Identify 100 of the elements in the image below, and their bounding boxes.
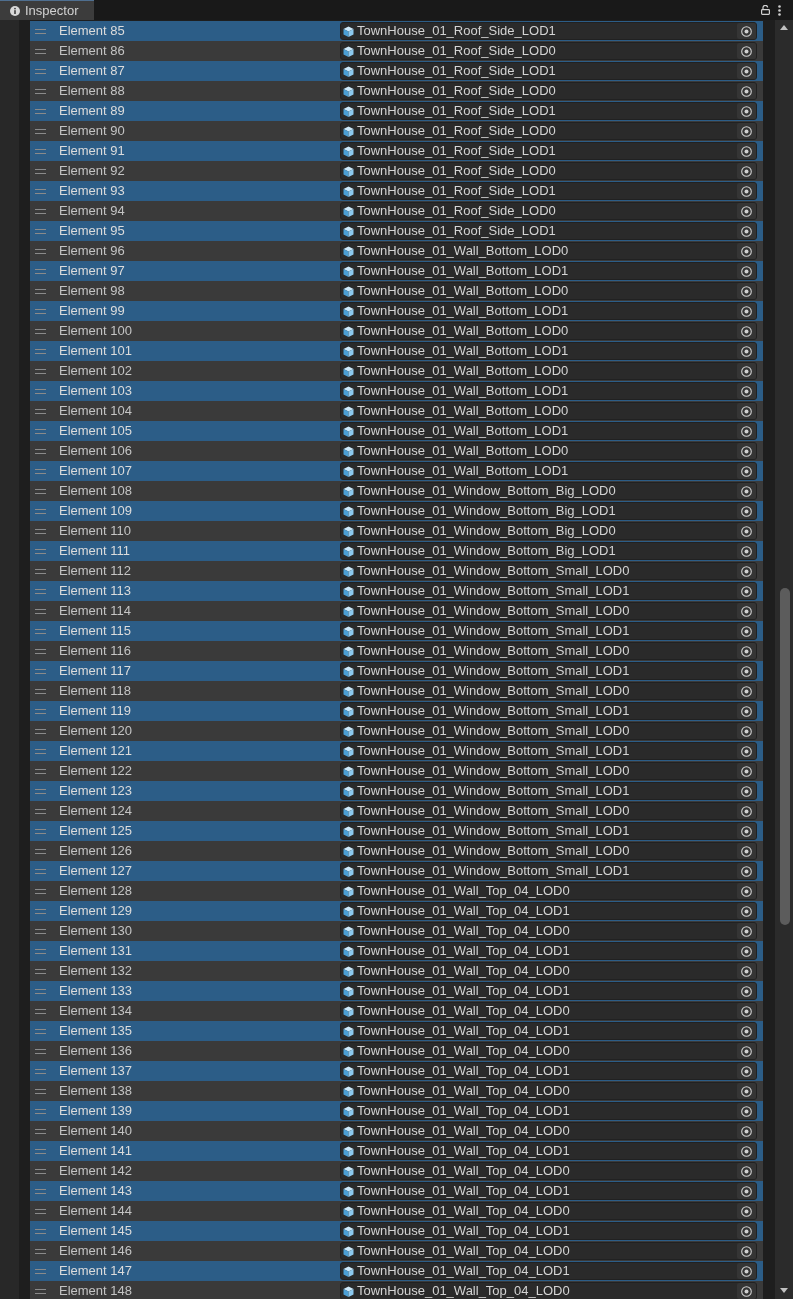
object-picker-button[interactable] (737, 1083, 756, 1099)
list-row[interactable]: Element 131 TownHouse_01_Wall_Top_04_LOD1 (30, 941, 763, 961)
drag-handle-icon[interactable] (35, 288, 46, 294)
object-picker-button[interactable] (737, 1223, 756, 1239)
list-row[interactable]: Element 94 TownHouse_01_Roof_Side_LOD0 (30, 201, 763, 221)
kebab-menu-icon[interactable] (778, 4, 781, 16)
drag-handle-icon[interactable] (35, 1168, 46, 1174)
object-picker-button[interactable] (737, 63, 756, 79)
list-row[interactable]: Element 99 TownHouse_01_Wall_Bottom_LOD1 (30, 301, 763, 321)
list-row[interactable]: Element 142 TownHouse_01_Wall_Top_04_LOD0 (30, 1161, 763, 1181)
drag-handle-icon[interactable] (35, 228, 46, 234)
object-field[interactable]: TownHouse_01_Roof_Side_LOD0 (340, 202, 757, 220)
drag-handle-icon[interactable] (35, 388, 46, 394)
object-picker-button[interactable] (737, 1243, 756, 1259)
list-row[interactable]: Element 140 TownHouse_01_Wall_Top_04_LOD0 (30, 1121, 763, 1141)
drag-handle-icon[interactable] (35, 748, 46, 754)
drag-handle-icon[interactable] (35, 1288, 46, 1294)
drag-handle-icon[interactable] (35, 28, 46, 34)
object-field[interactable]: TownHouse_01_Wall_Top_04_LOD0 (340, 1122, 757, 1140)
object-field[interactable]: TownHouse_01_Roof_Side_LOD0 (340, 82, 757, 100)
object-picker-button[interactable] (737, 543, 756, 559)
object-picker-button[interactable] (737, 923, 756, 939)
drag-handle-icon[interactable] (35, 928, 46, 934)
list-row[interactable]: Element 130 TownHouse_01_Wall_Top_04_LOD0 (30, 921, 763, 941)
object-picker-button[interactable] (737, 1183, 756, 1199)
list-row[interactable]: Element 118 TownHouse_01_Window_Bottom_Small_LOD0 (30, 681, 763, 701)
object-picker-button[interactable] (737, 443, 756, 459)
object-field[interactable]: TownHouse_01_Wall_Top_04_LOD0 (340, 1242, 757, 1260)
object-field[interactable]: TownHouse_01_Wall_Bottom_LOD1 (340, 462, 757, 480)
drag-handle-icon[interactable] (35, 48, 46, 54)
drag-handle-icon[interactable] (35, 1028, 46, 1034)
object-picker-button[interactable] (737, 1103, 756, 1119)
drag-handle-icon[interactable] (35, 88, 46, 94)
object-picker-button[interactable] (737, 423, 756, 439)
list-row[interactable]: Element 115 TownHouse_01_Window_Bottom_Small_LOD1 (30, 621, 763, 641)
drag-handle-icon[interactable] (35, 348, 46, 354)
list-row[interactable]: Element 138 TownHouse_01_Wall_Top_04_LOD0 (30, 1081, 763, 1101)
drag-handle-icon[interactable] (35, 128, 46, 134)
drag-handle-icon[interactable] (35, 1068, 46, 1074)
object-picker-button[interactable] (737, 883, 756, 899)
list-row[interactable]: Element 98 TownHouse_01_Wall_Bottom_LOD0 (30, 281, 763, 301)
scrollbar-thumb[interactable] (780, 588, 790, 925)
list-row[interactable]: Element 123 TownHouse_01_Window_Bottom_Small_LOD1 (30, 781, 763, 801)
object-picker-button[interactable] (737, 483, 756, 499)
drag-handle-icon[interactable] (35, 608, 46, 614)
drag-handle-icon[interactable] (35, 848, 46, 854)
object-field[interactable]: TownHouse_01_Wall_Bottom_LOD1 (340, 382, 757, 400)
object-field[interactable]: TownHouse_01_Window_Bottom_Small_LOD1 (340, 702, 757, 720)
object-field[interactable]: TownHouse_01_Wall_Top_04_LOD1 (340, 942, 757, 960)
list-row[interactable]: Element 128 TownHouse_01_Wall_Top_04_LOD0 (30, 881, 763, 901)
drag-handle-icon[interactable] (35, 588, 46, 594)
list-row[interactable]: Element 133 TownHouse_01_Wall_Top_04_LOD1 (30, 981, 763, 1001)
list-row[interactable]: Element 143 TownHouse_01_Wall_Top_04_LOD1 (30, 1181, 763, 1201)
object-picker-button[interactable] (737, 723, 756, 739)
list-row[interactable]: Element 129 TownHouse_01_Wall_Top_04_LOD1 (30, 901, 763, 921)
object-field[interactable]: TownHouse_01_Wall_Top_04_LOD1 (340, 1022, 757, 1040)
object-picker-button[interactable] (737, 803, 756, 819)
object-field[interactable]: TownHouse_01_Window_Bottom_Small_LOD1 (340, 662, 757, 680)
list-row[interactable]: Element 139 TownHouse_01_Wall_Top_04_LOD1 (30, 1101, 763, 1121)
drag-handle-icon[interactable] (35, 808, 46, 814)
object-picker-button[interactable] (737, 703, 756, 719)
list-row[interactable]: Element 110 TownHouse_01_Window_Bottom_Big_LOD0 (30, 521, 763, 541)
object-field[interactable]: TownHouse_01_Window_Bottom_Big_LOD0 (340, 522, 757, 540)
drag-handle-icon[interactable] (35, 1208, 46, 1214)
list-row[interactable]: Element 124 TownHouse_01_Window_Bottom_Small_LOD0 (30, 801, 763, 821)
object-field[interactable]: TownHouse_01_Wall_Top_04_LOD0 (340, 882, 757, 900)
object-field[interactable]: TownHouse_01_Roof_Side_LOD0 (340, 122, 757, 140)
list-row[interactable]: Element 134 TownHouse_01_Wall_Top_04_LOD0 (30, 1001, 763, 1021)
list-row[interactable]: Element 102 TownHouse_01_Wall_Bottom_LOD0 (30, 361, 763, 381)
drag-handle-icon[interactable] (35, 1128, 46, 1134)
drag-handle-icon[interactable] (35, 108, 46, 114)
object-picker-button[interactable] (737, 263, 756, 279)
drag-handle-icon[interactable] (35, 688, 46, 694)
object-field[interactable]: TownHouse_01_Roof_Side_LOD0 (340, 162, 757, 180)
list-row[interactable]: Element 107 TownHouse_01_Wall_Bottom_LOD1 (30, 461, 763, 481)
drag-handle-icon[interactable] (35, 908, 46, 914)
object-field[interactable]: TownHouse_01_Window_Bottom_Small_LOD0 (340, 682, 757, 700)
object-field[interactable]: TownHouse_01_Wall_Bottom_LOD0 (340, 442, 757, 460)
drag-handle-icon[interactable] (35, 828, 46, 834)
drag-handle-icon[interactable] (35, 468, 46, 474)
object-picker-button[interactable] (737, 283, 756, 299)
object-field[interactable]: TownHouse_01_Window_Bottom_Small_LOD1 (340, 782, 757, 800)
object-field[interactable]: TownHouse_01_Wall_Top_04_LOD1 (340, 982, 757, 1000)
object-field[interactable]: TownHouse_01_Roof_Side_LOD1 (340, 142, 757, 160)
object-field[interactable]: TownHouse_01_Wall_Top_04_LOD1 (340, 1262, 757, 1280)
scroll-down-arrow-icon[interactable] (780, 1288, 788, 1293)
object-field[interactable]: TownHouse_01_Roof_Side_LOD1 (340, 62, 757, 80)
object-picker-button[interactable] (737, 1143, 756, 1159)
drag-handle-icon[interactable] (35, 868, 46, 874)
object-picker-button[interactable] (737, 683, 756, 699)
object-picker-button[interactable] (737, 23, 756, 39)
list-row[interactable]: Element 111 TownHouse_01_Window_Bottom_Big_LOD1 (30, 541, 763, 561)
object-picker-button[interactable] (737, 363, 756, 379)
drag-handle-icon[interactable] (35, 728, 46, 734)
object-picker-button[interactable] (737, 1023, 756, 1039)
object-field[interactable]: TownHouse_01_Wall_Top_04_LOD1 (340, 1102, 757, 1120)
object-field[interactable]: TownHouse_01_Roof_Side_LOD1 (340, 22, 757, 40)
list-row[interactable]: Element 105 TownHouse_01_Wall_Bottom_LOD1 (30, 421, 763, 441)
object-field[interactable]: TownHouse_01_Wall_Top_04_LOD0 (340, 962, 757, 980)
object-picker-button[interactable] (737, 763, 756, 779)
